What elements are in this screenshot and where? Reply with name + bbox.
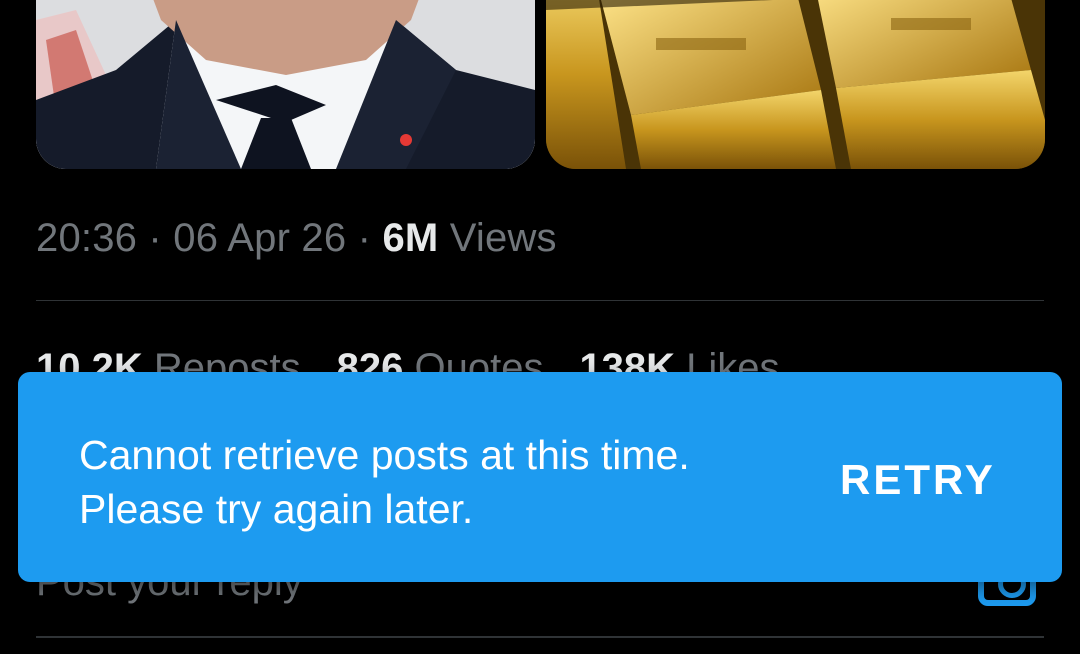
error-toast: Cannot retrieve posts at this time. Plea… xyxy=(18,372,1062,582)
divider xyxy=(36,300,1044,301)
gold-bars-photo[interactable] xyxy=(546,0,1045,169)
divider xyxy=(36,636,1044,638)
post-time: 20:36 xyxy=(36,216,138,260)
meta-separator: · xyxy=(137,216,174,260)
toast-message: Cannot retrieve posts at this time. Plea… xyxy=(79,432,690,532)
retry-button[interactable]: RETRY xyxy=(840,456,996,504)
portrait-photo-graphic xyxy=(36,0,535,169)
post-date: 06 Apr 26 xyxy=(173,216,347,260)
views-count[interactable]: 6M xyxy=(382,216,438,260)
gold-bars-graphic xyxy=(546,0,1045,169)
media-grid xyxy=(0,0,1080,170)
meta-separator: · xyxy=(346,216,383,260)
views-label[interactable]: Views xyxy=(438,216,557,260)
post-meta: 20:36 · 06 Apr 26 · 6M Views xyxy=(36,216,557,261)
portrait-photo[interactable] xyxy=(36,0,535,169)
